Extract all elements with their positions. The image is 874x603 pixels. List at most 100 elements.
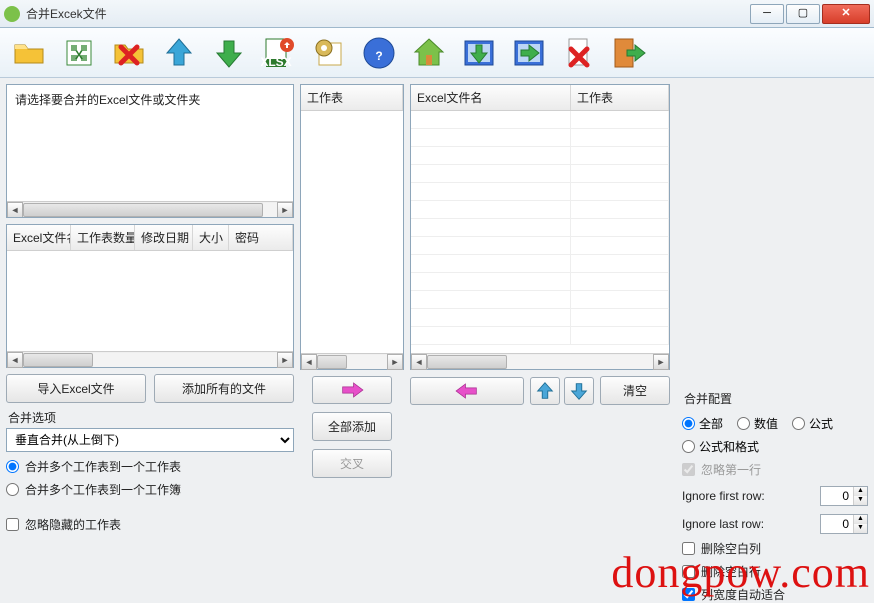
maximize-button[interactable]: ▢ bbox=[786, 4, 820, 24]
ignore-hidden-label: 忽略隐藏的工作表 bbox=[25, 516, 121, 533]
target-grid-scrollbar[interactable]: ◄ ► bbox=[411, 353, 669, 369]
import-down-button[interactable] bbox=[458, 32, 500, 74]
window-controls: ─ ▢ ✕ bbox=[750, 4, 870, 24]
excel-file-button[interactable]: X bbox=[58, 32, 100, 74]
move-item-down-button[interactable] bbox=[564, 377, 594, 405]
add-right-button[interactable] bbox=[312, 376, 392, 404]
merge-config-label: 合并配置 bbox=[684, 390, 868, 407]
minimize-button[interactable]: ─ bbox=[750, 4, 784, 24]
delete-empty-row-check[interactable]: 删除空白行 bbox=[682, 563, 868, 580]
move-item-up-button[interactable] bbox=[530, 377, 560, 405]
auto-width-check[interactable]: 列宽度自动适合 bbox=[682, 586, 868, 603]
move-down-button[interactable] bbox=[208, 32, 250, 74]
radio-numeric[interactable]: 数值 bbox=[737, 415, 778, 432]
file-folder-list[interactable]: 请选择要合并的Excel文件或文件夹 ◄ ► bbox=[6, 84, 294, 218]
ignore-first-spinner[interactable]: ▲▼ bbox=[820, 486, 868, 506]
import-excel-button[interactable]: 导入Excel文件 bbox=[6, 374, 146, 403]
move-up-button[interactable] bbox=[158, 32, 200, 74]
app-icon bbox=[4, 6, 20, 22]
scroll-thumb[interactable] bbox=[23, 203, 263, 217]
spin-down-icon[interactable]: ▼ bbox=[854, 496, 867, 505]
add-all-files-button[interactable]: 添加所有的文件 bbox=[154, 374, 294, 403]
col-size[interactable]: 大小 bbox=[193, 225, 229, 250]
spin-up-icon[interactable]: ▲ bbox=[854, 515, 867, 524]
file-folder-list-header: 请选择要合并的Excel文件或文件夹 bbox=[11, 89, 289, 110]
left-column: 请选择要合并的Excel文件或文件夹 ◄ ► Excel文件名 工作表数量 修改… bbox=[6, 84, 294, 586]
settings-button[interactable] bbox=[308, 32, 350, 74]
scroll-right-icon[interactable]: ► bbox=[277, 352, 293, 368]
delete-empty-col-check[interactable]: 删除空白列 bbox=[682, 540, 868, 557]
cross-button[interactable]: 交叉 bbox=[312, 449, 392, 478]
ignore-last-label: Ignore last row: bbox=[682, 517, 814, 531]
ignore-last-spinner[interactable]: ▲▼ bbox=[820, 514, 868, 534]
close-button[interactable]: ✕ bbox=[822, 4, 870, 24]
scroll-track[interactable] bbox=[23, 203, 277, 217]
ignore-first-input[interactable] bbox=[821, 487, 853, 505]
target-column: Excel文件名 工作表 ◄ ► bbox=[410, 84, 670, 586]
scroll-right-icon[interactable]: ► bbox=[277, 202, 293, 218]
home-button[interactable] bbox=[408, 32, 450, 74]
file-folder-scrollbar[interactable]: ◄ ► bbox=[7, 201, 293, 217]
add-all-button[interactable]: 全部添加 bbox=[312, 412, 392, 441]
target-grid-body bbox=[411, 111, 669, 369]
merge-to-sheet-radio[interactable]: 合并多个工作表到一个工作表 bbox=[6, 458, 294, 475]
scroll-left-icon[interactable]: ◄ bbox=[7, 352, 23, 368]
toolbar: X XLSX ? bbox=[0, 28, 874, 78]
radio-formula-format[interactable]: 公式和格式 bbox=[682, 438, 759, 455]
help-button[interactable]: ? bbox=[358, 32, 400, 74]
ignore-last-input[interactable] bbox=[821, 515, 853, 533]
ignore-first-line-check[interactable]: 忽略第一行 bbox=[682, 461, 868, 478]
exit-button[interactable] bbox=[608, 32, 650, 74]
target-grid[interactable]: Excel文件名 工作表 ◄ ► bbox=[410, 84, 670, 370]
open-folder-button[interactable] bbox=[8, 32, 50, 74]
col-modified[interactable]: 修改日期 bbox=[135, 225, 193, 250]
radio-all[interactable]: 全部 bbox=[682, 415, 723, 432]
col-target-filename[interactable]: Excel文件名 bbox=[411, 85, 571, 110]
ignore-hidden-checkbox[interactable] bbox=[6, 518, 19, 531]
config-radio-row1: 全部 数值 公式 bbox=[682, 415, 868, 432]
col-worksheet[interactable]: 工作表 bbox=[301, 85, 403, 110]
scroll-thumb[interactable] bbox=[317, 355, 347, 369]
svg-text:XLSX: XLSX bbox=[261, 55, 292, 69]
file-grid-scrollbar[interactable]: ◄ ► bbox=[7, 351, 293, 367]
worksheet-scrollbar[interactable]: ◄ ► bbox=[301, 353, 403, 369]
merge-to-workbook-radio[interactable]: 合并多个工作表到一个工作簿 bbox=[6, 481, 294, 498]
col-sheet-count[interactable]: 工作表数量 bbox=[71, 225, 135, 250]
scroll-thumb[interactable] bbox=[427, 355, 507, 369]
col-filename[interactable]: Excel文件名 bbox=[7, 225, 71, 250]
delete-file-button[interactable] bbox=[558, 32, 600, 74]
file-grid-header: Excel文件名 工作表数量 修改日期 大小 密码 bbox=[7, 225, 293, 251]
col-target-worksheet[interactable]: 工作表 bbox=[571, 85, 669, 110]
clear-button[interactable]: 清空 bbox=[600, 376, 670, 405]
export-right-button[interactable] bbox=[508, 32, 550, 74]
maximize-icon: ▢ bbox=[798, 8, 808, 19]
worksheet-list[interactable]: 工作表 ◄ ► bbox=[300, 84, 404, 370]
ignore-hidden-check[interactable]: 忽略隐藏的工作表 bbox=[6, 516, 294, 533]
merge-to-sheet-radio-input[interactable] bbox=[6, 460, 19, 473]
worksheet-header: 工作表 bbox=[301, 85, 403, 111]
file-grid-body bbox=[7, 251, 293, 367]
scroll-left-icon[interactable]: ◄ bbox=[301, 354, 317, 370]
merge-direction-select[interactable]: 垂直合并(从上倒下) bbox=[6, 428, 294, 452]
spin-down-icon[interactable]: ▼ bbox=[854, 524, 867, 533]
delete-folder-button[interactable] bbox=[108, 32, 150, 74]
scroll-left-icon[interactable]: ◄ bbox=[411, 354, 427, 370]
merge-options-label: 合并选项 bbox=[8, 409, 294, 426]
scroll-track[interactable] bbox=[317, 355, 387, 369]
window-title: 合并Excek文件 bbox=[26, 5, 750, 22]
xlsx-convert-button[interactable]: XLSX bbox=[258, 32, 300, 74]
scroll-left-icon[interactable]: ◄ bbox=[7, 202, 23, 218]
scroll-thumb[interactable] bbox=[23, 353, 93, 367]
target-grid-header: Excel文件名 工作表 bbox=[411, 85, 669, 111]
scroll-right-icon[interactable]: ► bbox=[387, 354, 403, 370]
merge-to-workbook-radio-input[interactable] bbox=[6, 483, 19, 496]
col-password[interactable]: 密码 bbox=[229, 225, 293, 250]
scroll-right-icon[interactable]: ► bbox=[653, 354, 669, 370]
remove-left-button[interactable] bbox=[410, 377, 524, 405]
spin-up-icon[interactable]: ▲ bbox=[854, 487, 867, 496]
scroll-track[interactable] bbox=[23, 353, 277, 367]
scroll-track[interactable] bbox=[427, 355, 653, 369]
merge-to-workbook-label: 合并多个工作表到一个工作簿 bbox=[25, 481, 181, 498]
radio-formula[interactable]: 公式 bbox=[792, 415, 833, 432]
file-detail-grid[interactable]: Excel文件名 工作表数量 修改日期 大小 密码 ◄ ► bbox=[6, 224, 294, 368]
